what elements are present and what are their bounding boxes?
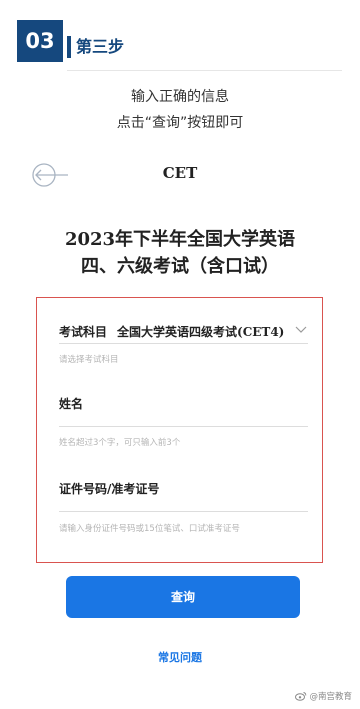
subject-label: 考试科目 [59, 325, 108, 339]
instructions: 输入正确的信息 点击“查询”按钮即可 [0, 84, 360, 136]
step-title: 第三步 [76, 37, 125, 56]
name-field[interactable]: 姓名 [59, 395, 83, 412]
step-number: 03 [17, 20, 63, 62]
step-accent-bar [67, 36, 71, 58]
subject-value: 全国大学英语四级考试(CET4) [117, 325, 285, 339]
cet-header-bar: CET [0, 155, 360, 195]
instruction-line-1: 输入正确的信息 [131, 89, 229, 105]
step-header: 03 第三步 [0, 0, 360, 75]
instruction-line-2: 点击“查询”按钮即可 [116, 115, 244, 131]
cet-title: CET [162, 164, 198, 182]
id-hint: 请输入身份证件号码或15位笔试、口试准考证号 [59, 524, 240, 534]
chevron-down-icon [295, 326, 307, 333]
step-divider [67, 70, 342, 71]
subject-hint: 请选择考试科目 [59, 355, 119, 365]
exam-title-line-1: 2023年下半年全国大学英语 [64, 229, 296, 250]
name-hint: 姓名超过3个字，可只输入前3个 [59, 438, 181, 448]
weibo-icon [295, 692, 307, 701]
id-number-field[interactable]: 证件号码/准考证号 [59, 480, 159, 497]
id-field-underline [59, 511, 308, 512]
query-button[interactable]: 查询 [66, 576, 300, 618]
exam-title-line-2: 四、六级考试（含口试） [81, 256, 279, 277]
exam-title: 2023年下半年全国大学英语 四、六级考试（含口试） [0, 226, 360, 280]
name-field-underline [59, 426, 308, 427]
watermark-text: @南宫教育 [309, 692, 352, 702]
faq-link[interactable]: 常见问题 [0, 649, 360, 665]
watermark: @南宫教育 [295, 690, 352, 702]
query-form: 考试科目 全国大学英语四级考试(CET4) 请选择考试科目 姓名 姓名超过3个字… [36, 297, 323, 563]
subject-select[interactable]: 考试科目 全国大学英语四级考试(CET4) [59, 320, 308, 344]
